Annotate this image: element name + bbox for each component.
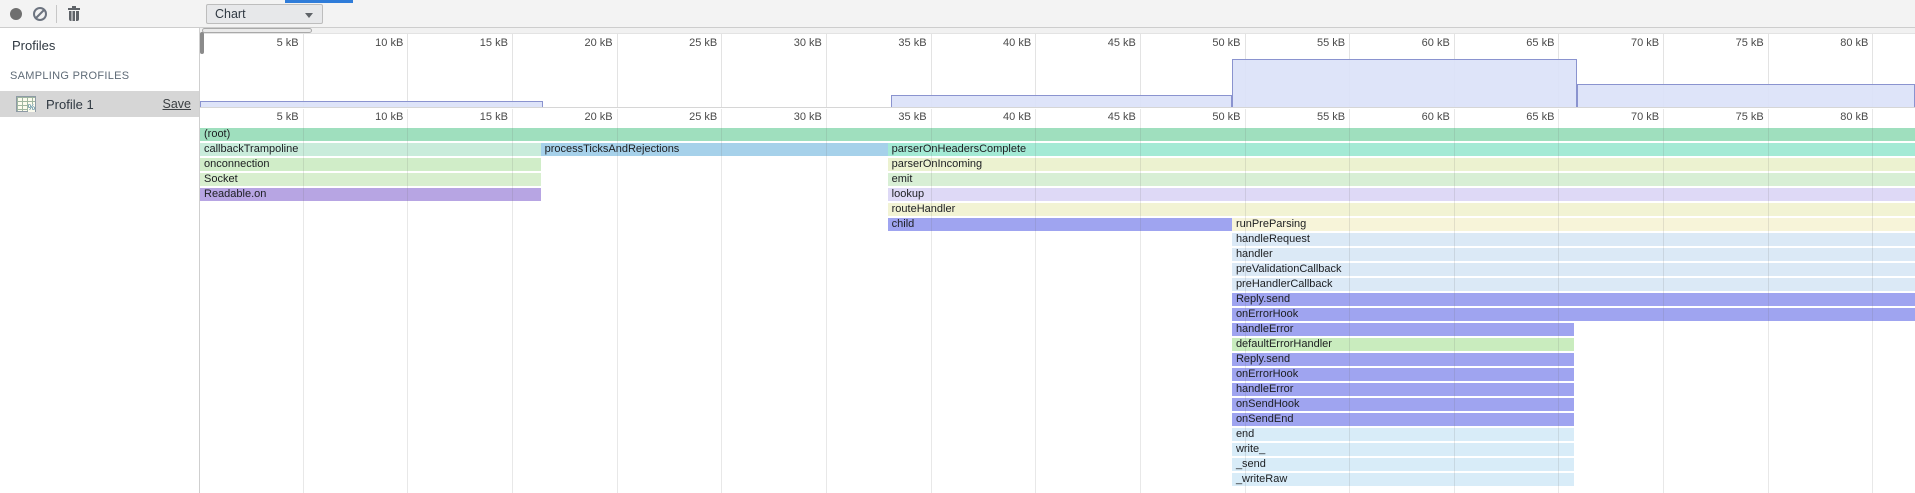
record-icon xyxy=(10,8,22,20)
flame-bar-handleerror[interactable]: handleError xyxy=(1232,383,1574,396)
flame-bar-readable-on[interactable]: Readable.on xyxy=(200,188,541,201)
flame-bar--writeraw[interactable]: _writeRaw xyxy=(1232,473,1574,486)
active-tab-underline xyxy=(285,0,353,3)
delete-profile-button[interactable] xyxy=(62,3,86,25)
clear-icon xyxy=(33,7,47,21)
flame-bar-routehandler[interactable]: routeHandler xyxy=(888,203,1915,216)
overview-tick-label: 10 kB xyxy=(345,37,403,49)
flame-bar-reply-send[interactable]: Reply.send xyxy=(1232,353,1574,366)
flame-bar-onconnection[interactable]: onconnection xyxy=(200,158,541,171)
overview-tick-label: 20 kB xyxy=(555,37,613,49)
flame-bar-socket[interactable]: Socket xyxy=(200,173,541,186)
overview-area-segment xyxy=(1232,59,1577,107)
flame-bar-handler[interactable]: handler xyxy=(1232,248,1915,261)
overview-gridline xyxy=(407,34,408,107)
flame-bar-runpreparsing[interactable]: runPreParsing xyxy=(1232,218,1915,231)
devtools-sampling-profiler-panel: Chart Profiles SAMPLING PROFILES % Profi… xyxy=(0,0,1915,493)
overview-tick-label: 30 kB xyxy=(764,37,822,49)
flame-bar-prehandlercallback[interactable]: preHandlerCallback xyxy=(1232,278,1915,291)
overview-gridline xyxy=(512,34,513,107)
flame-chart-area: (root) callbackTrampolineprocessTicksAndR… xyxy=(200,109,1915,493)
toolbar-separator xyxy=(56,5,57,23)
flame-bar-onerrorhook[interactable]: onErrorHook xyxy=(1232,368,1574,381)
save-profile-link[interactable]: Save xyxy=(163,97,192,111)
flame-bar-processticksandrejections[interactable]: processTicksAndRejections xyxy=(541,143,888,156)
flame-bar-emit[interactable]: emit xyxy=(888,173,1915,186)
vertical-scrollbar-thumb[interactable] xyxy=(200,32,204,54)
flame-gridline xyxy=(721,109,722,493)
flame-bar-onerrorhook[interactable]: onErrorHook xyxy=(1232,308,1915,321)
view-mode-value: Chart xyxy=(215,7,246,21)
overview-tick-label: 65 kB xyxy=(1496,37,1554,49)
overview-tick-label: 55 kB xyxy=(1287,37,1345,49)
flame-bar-parseronheaderscomplete[interactable]: parserOnHeadersComplete xyxy=(888,143,1915,156)
flame-gridline xyxy=(826,109,827,493)
profiler-toolbar: Chart xyxy=(0,0,1915,28)
overview-tick-label: 40 kB xyxy=(973,37,1031,49)
flame-bar-parseronincoming[interactable]: parserOnIncoming xyxy=(888,158,1915,171)
flame-bar-onsendend[interactable]: onSendEnd xyxy=(1232,413,1574,426)
flame-bar-callbacktrampoline[interactable]: callbackTrampoline xyxy=(200,143,541,156)
overview-gridline xyxy=(303,34,304,107)
overview-gridline xyxy=(721,34,722,107)
flame-gridline xyxy=(617,109,618,493)
flame-chart-pane: 5 kB 10 kB 15 kB 20 kB 25 kB 30 kB 35 kB 40 kB 4… xyxy=(200,28,1915,493)
overview-tick-label: 70 kB xyxy=(1601,37,1659,49)
overview-tick-label: 75 kB xyxy=(1706,37,1764,49)
dropdown-caret-icon xyxy=(305,13,313,18)
overview-gridline xyxy=(617,34,618,107)
flame-bar-prevalidationcallback[interactable]: preValidationCallback xyxy=(1232,263,1915,276)
profile-list-item[interactable]: % Profile 1 Save xyxy=(0,91,199,117)
overview-tick-label: 5 kB xyxy=(241,37,299,49)
flame-bar--root-[interactable]: (root) xyxy=(200,128,1915,141)
overview-tick-label: 50 kB xyxy=(1183,37,1241,49)
view-mode-select[interactable]: Chart xyxy=(206,4,323,24)
overview-tick-label: 60 kB xyxy=(1392,37,1450,49)
overview-gridline xyxy=(826,34,827,107)
overview-area-segment xyxy=(891,95,1232,107)
flame-bar-defaulterrorhandler[interactable]: defaultErrorHandler xyxy=(1232,338,1574,351)
flame-bar-end[interactable]: end xyxy=(1232,428,1574,441)
profile-icon: % xyxy=(16,96,36,112)
horizontal-scrollbar-thumb[interactable] xyxy=(202,28,312,33)
sampling-profiles-header: SAMPLING PROFILES xyxy=(0,53,199,82)
trash-icon xyxy=(68,7,80,21)
overview-tick-label: 25 kB xyxy=(659,37,717,49)
overview-tick-label: 35 kB xyxy=(869,37,927,49)
flame-bar-handlerequest[interactable]: handleRequest xyxy=(1232,233,1915,246)
flame-bar-onsendhook[interactable]: onSendHook xyxy=(1232,398,1574,411)
flame-bar-lookup[interactable]: lookup xyxy=(888,188,1915,201)
overview-tick-label: 80 kB xyxy=(1810,37,1868,49)
flame-bar-write-[interactable]: write_ xyxy=(1232,443,1574,456)
overview-tick-label: 45 kB xyxy=(1078,37,1136,49)
memory-overview-chart[interactable]: 5 kB 10 kB 15 kB 20 kB 25 kB 30 kB 35 kB 40 kB 4… xyxy=(200,34,1915,108)
clear-all-button[interactable] xyxy=(28,3,52,25)
profile-name: Profile 1 xyxy=(46,97,163,112)
sidebar-title: Profiles xyxy=(0,28,199,53)
flame-bar-child[interactable]: child xyxy=(888,218,1232,231)
flame-bar-reply-send[interactable]: Reply.send xyxy=(1232,293,1915,306)
overview-area-segment xyxy=(200,101,543,107)
record-button[interactable] xyxy=(4,3,28,25)
flame-bar--send[interactable]: _send xyxy=(1232,458,1574,471)
overview-area-segment xyxy=(1577,84,1915,107)
overview-tick-label: 15 kB xyxy=(450,37,508,49)
flame-bar-handleerror[interactable]: handleError xyxy=(1232,323,1574,336)
profiles-sidebar: Profiles SAMPLING PROFILES % Profile 1 S… xyxy=(0,28,200,493)
